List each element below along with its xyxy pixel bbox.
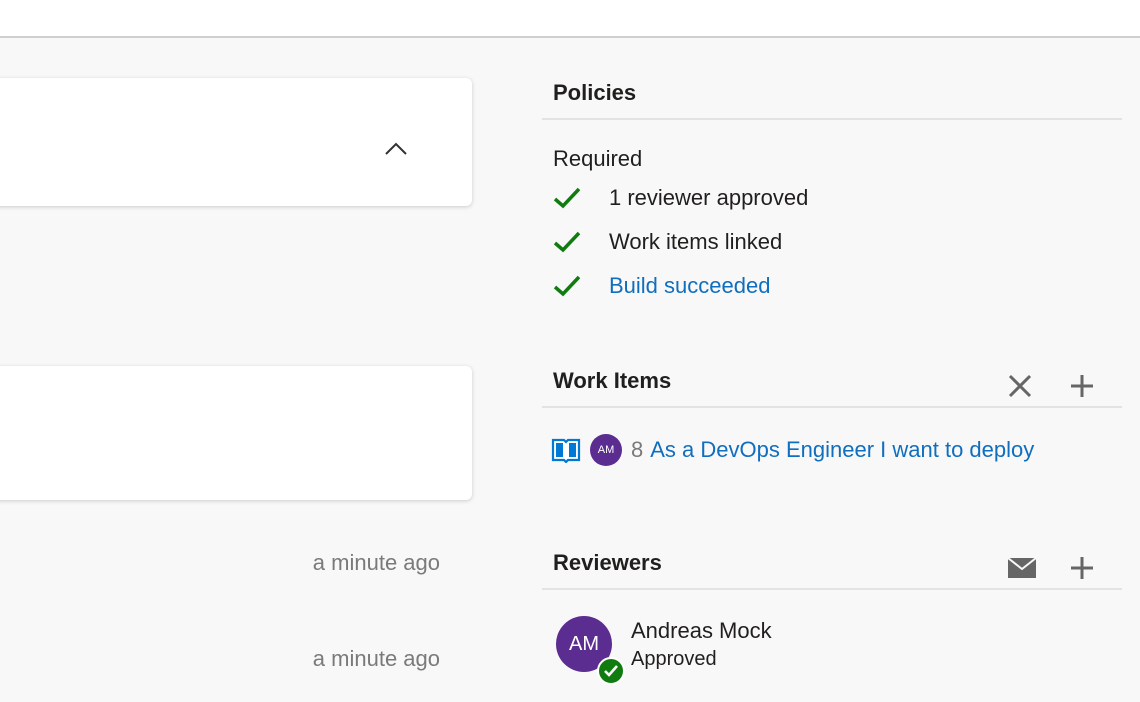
book-icon [551, 438, 581, 463]
assignee-avatar: AM [590, 434, 622, 466]
add-work-item-icon[interactable] [1068, 372, 1096, 400]
policies-heading: Policies [553, 80, 637, 105]
required-label: Required [553, 146, 643, 171]
collapsible-card [0, 78, 472, 206]
work-item-link[interactable]: As a DevOps Engineer I want to deploy [650, 437, 1058, 463]
policy-item: Work items linked [553, 227, 782, 257]
top-bar [0, 0, 1140, 38]
work-items-heading: Work Items [553, 368, 672, 393]
policies-divider [542, 118, 1122, 120]
reviewers-heading: Reviewers [553, 550, 662, 575]
check-icon [553, 231, 581, 253]
policy-label: Work items linked [609, 229, 783, 254]
content-card [0, 366, 472, 500]
work-item-row: AM 8 As a DevOps Engineer I want to depl… [551, 433, 1058, 467]
mail-icon[interactable] [1006, 555, 1038, 581]
policy-label: 1 reviewer approved [609, 185, 809, 210]
reviewer-name: Andreas Mock [631, 618, 772, 643]
timestamp: a minute ago [312, 550, 440, 575]
chevron-up-icon[interactable] [384, 140, 408, 156]
timestamp: a minute ago [312, 646, 440, 671]
policy-item: 1 reviewer approved [553, 183, 808, 213]
reviewer-vote-status: Approved [631, 648, 717, 670]
check-icon [553, 275, 581, 297]
close-icon[interactable] [1006, 372, 1034, 400]
policy-item: Build succeeded [553, 271, 770, 301]
approved-check-icon [597, 657, 625, 685]
reviewers-divider [542, 588, 1122, 590]
work-items-divider [542, 406, 1122, 408]
add-reviewer-icon[interactable] [1068, 554, 1096, 582]
work-item-id: 8 [631, 437, 644, 462]
check-icon [553, 187, 581, 209]
build-succeeded-link[interactable]: Build succeeded [609, 273, 770, 299]
